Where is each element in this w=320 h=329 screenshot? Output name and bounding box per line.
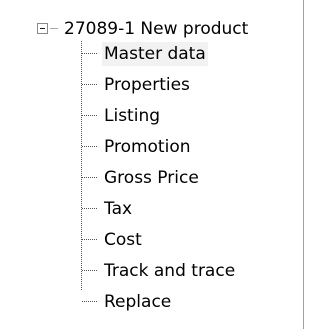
tree-connector [50,28,58,29]
tree-connector [82,270,98,271]
product-tree: 27089-1 New product Master data Properti… [0,0,306,329]
panel-right-border [303,0,304,329]
collapse-toggle-icon[interactable] [37,23,48,34]
tree-connector [82,177,98,178]
tree-item-label[interactable]: Master data [102,42,208,66]
tree-connector [82,84,98,85]
tree-connector [82,115,98,116]
tree-item-label[interactable]: Gross Price [102,166,201,190]
tree-connector [82,146,98,147]
tree-connector [82,239,98,240]
tree-item-label[interactable]: Cost [102,228,144,252]
tree-connector [82,301,98,302]
tree-item-label[interactable]: Track and trace [102,259,237,283]
tree-connector [82,53,98,54]
tree-root-label[interactable]: 27089-1 New product [64,17,248,41]
tree-item-label[interactable]: Replace [102,290,173,314]
tree-vertical-connector [81,41,82,291]
tree-item-label[interactable]: Tax [102,197,134,221]
tree-item-label[interactable]: Promotion [102,135,193,159]
tree-item-label[interactable]: Listing [102,104,162,128]
tree-item-label[interactable]: Properties [102,73,192,97]
tree-connector [82,208,98,209]
